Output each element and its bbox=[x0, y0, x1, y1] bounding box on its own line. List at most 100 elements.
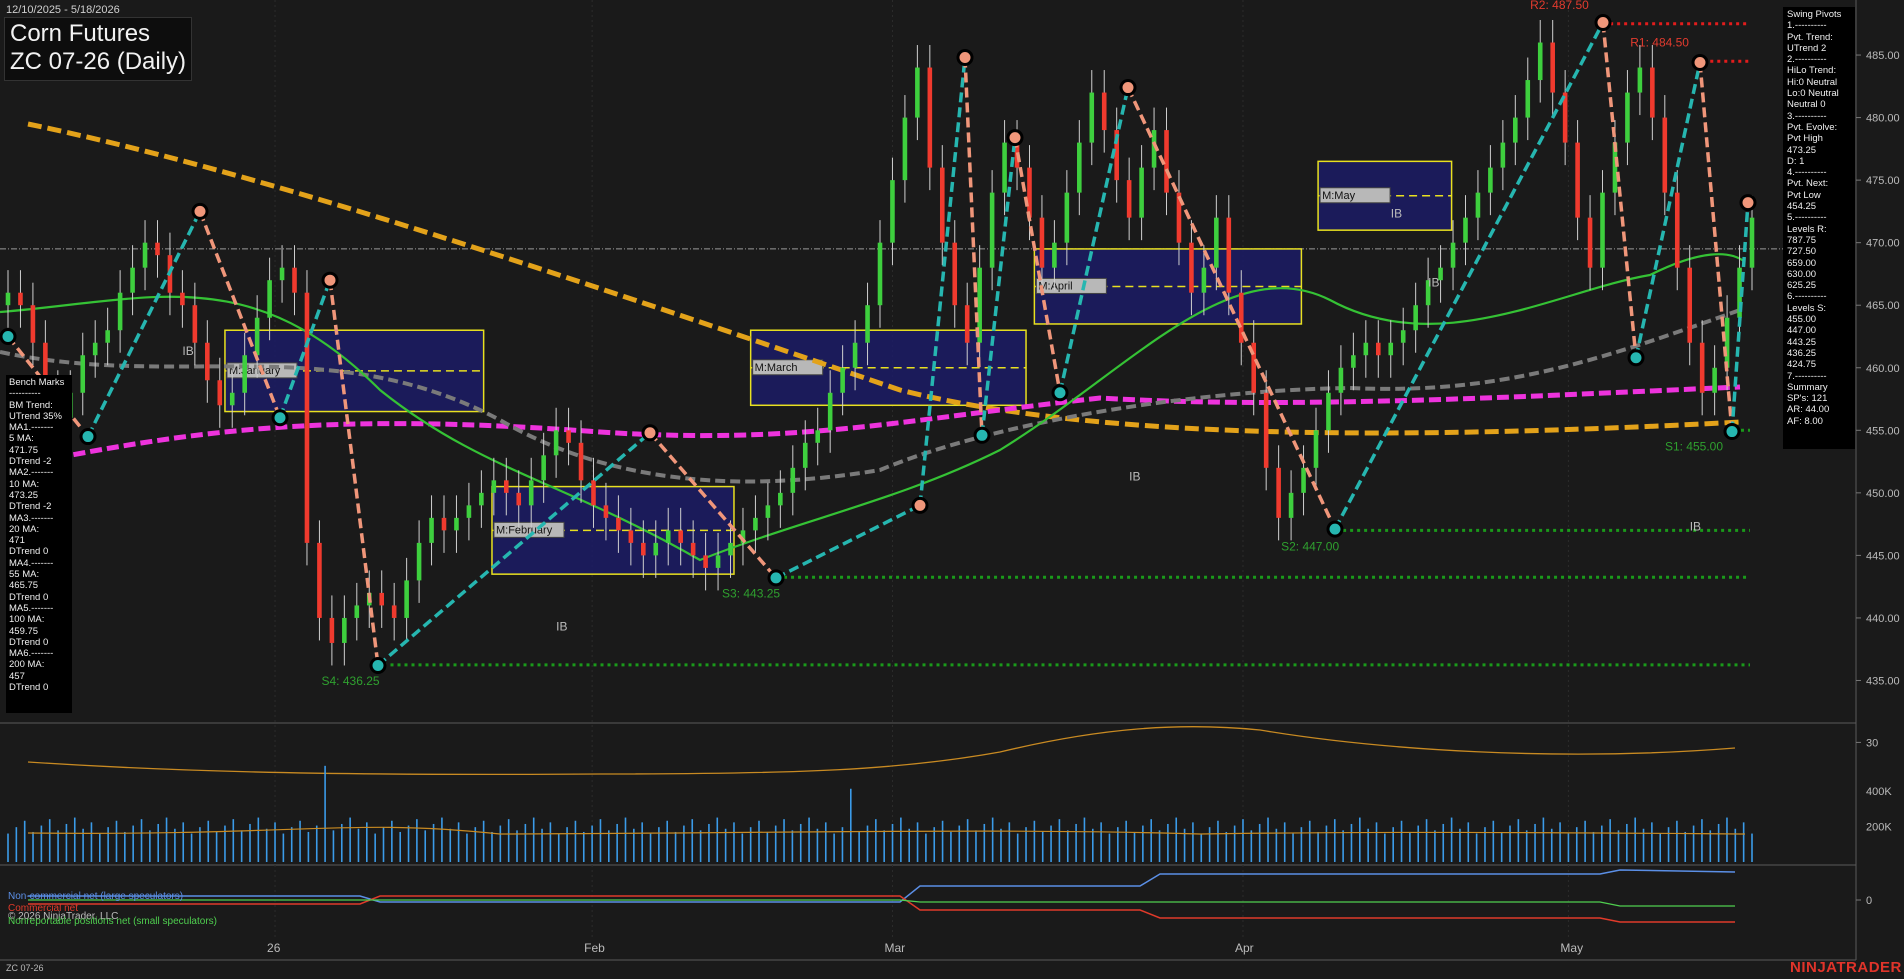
pivot-level-label: S4: 436.25 bbox=[322, 674, 380, 688]
candle-body bbox=[1587, 217, 1593, 268]
price-tick-label: 480.00 bbox=[1866, 113, 1900, 125]
candle-body bbox=[1413, 305, 1418, 331]
candle-body bbox=[665, 530, 671, 543]
time-axis-label: May bbox=[1560, 941, 1583, 955]
time-axis-label: Feb bbox=[584, 941, 605, 955]
candle-body bbox=[192, 305, 198, 343]
candle-body bbox=[1662, 117, 1668, 193]
candle-body bbox=[678, 530, 683, 543]
swing-panel-line: Summary bbox=[1787, 381, 1828, 393]
swing-high-marker bbox=[1691, 54, 1709, 72]
candle-body bbox=[1450, 242, 1456, 268]
candle-body bbox=[653, 542, 659, 556]
bench-mark-line: ---------- bbox=[9, 388, 41, 400]
candle-body bbox=[503, 480, 509, 493]
candle-body bbox=[1226, 217, 1232, 293]
candle-body bbox=[491, 480, 497, 493]
candle-body bbox=[279, 267, 285, 281]
candle-body bbox=[1537, 42, 1543, 81]
swing-panel-line: Lo:0 Neutral bbox=[1787, 88, 1839, 100]
candle-body bbox=[1724, 317, 1730, 368]
bench-mark-line: 5 MA: bbox=[9, 433, 34, 445]
candle-body bbox=[267, 280, 272, 318]
candle-body bbox=[591, 480, 596, 506]
price-tick-label: 440.00 bbox=[1866, 613, 1900, 625]
candle-body bbox=[1101, 92, 1107, 131]
swing-high-marker bbox=[641, 424, 659, 442]
bench-mark-line: MA3.------- bbox=[9, 512, 54, 524]
swing-low-marker bbox=[1326, 520, 1344, 538]
swing-low-marker bbox=[1627, 349, 1645, 367]
candle-body bbox=[1699, 342, 1705, 393]
candle-body bbox=[1039, 217, 1045, 268]
swing-low-marker bbox=[369, 656, 387, 674]
candle-body bbox=[915, 67, 920, 118]
price-tick-label: 435.00 bbox=[1866, 675, 1900, 687]
bench-mark-line: MA1.------- bbox=[9, 422, 54, 434]
time-axis-label: Apr bbox=[1235, 941, 1254, 955]
pivot-level-label: R2: 487.50 bbox=[1530, 0, 1589, 12]
candle-body bbox=[952, 242, 958, 306]
bench-mark-line: MA4.------- bbox=[9, 557, 54, 569]
candle-body bbox=[155, 242, 160, 256]
price-tick-label: 475.00 bbox=[1866, 175, 1900, 187]
candle-body bbox=[130, 267, 135, 293]
swing-low-marker bbox=[1051, 384, 1069, 402]
bench-mark-line: 200 MA: bbox=[9, 659, 45, 671]
candle-body bbox=[5, 292, 11, 306]
candle-body bbox=[815, 430, 821, 443]
bench-mark-line: 457 bbox=[9, 670, 25, 682]
swing-panel-line: 659.00 bbox=[1787, 257, 1817, 269]
bench-mark-line: DTrend 0 bbox=[9, 636, 49, 648]
candle-body bbox=[1712, 367, 1717, 393]
price-tick-label: 455.00 bbox=[1866, 425, 1900, 437]
candle-body bbox=[790, 467, 796, 493]
contract-title: ZC 07-26 (Daily) bbox=[10, 48, 187, 75]
pivot-level-label: S1: 455.00 bbox=[1665, 439, 1723, 453]
price-chart[interactable]: 485.00 480.00 475.00 470.00 465.00 460.00 455.… bbox=[0, 0, 1904, 979]
candle-body bbox=[641, 542, 646, 556]
candle-body bbox=[1263, 392, 1269, 468]
candle-body bbox=[1674, 192, 1680, 268]
candle-body bbox=[254, 317, 260, 356]
volume-tick-label: 400K bbox=[1866, 786, 1892, 798]
swing-panel-line: UTrend 2 bbox=[1787, 42, 1827, 54]
month-label: M:February bbox=[496, 524, 553, 536]
swing-panel-line: 2.---------- bbox=[1787, 54, 1827, 66]
candle-body bbox=[1164, 130, 1169, 193]
bench-mark-line: MA6.------- bbox=[9, 648, 54, 660]
bench-mark-line: 20 MA: bbox=[9, 523, 40, 535]
swing-high-marker bbox=[956, 49, 974, 67]
candle-body bbox=[1002, 142, 1007, 193]
swing-panel-line: 3.---------- bbox=[1787, 110, 1827, 122]
swing-panel-line: 436.25 bbox=[1787, 347, 1817, 359]
candle-body bbox=[1326, 392, 1331, 431]
swing-panel-line: 625.25 bbox=[1787, 280, 1817, 292]
candle-body bbox=[30, 305, 36, 343]
bench-mark-line: DTrend 0 bbox=[9, 546, 49, 558]
swing-high-marker bbox=[321, 271, 339, 289]
candle-body bbox=[939, 167, 945, 243]
candle-body bbox=[441, 517, 447, 531]
pivot-level-label: R1: 484.50 bbox=[1630, 35, 1689, 49]
candle-body bbox=[1338, 367, 1344, 393]
candle-body bbox=[1575, 142, 1580, 218]
candle-body bbox=[927, 67, 933, 168]
candle-body bbox=[1749, 217, 1755, 268]
price-tick-label: 470.00 bbox=[1866, 238, 1900, 250]
swing-panel-line: 454.25 bbox=[1787, 201, 1817, 213]
candle-body bbox=[1214, 217, 1219, 268]
volume-tick-label: 200K bbox=[1866, 821, 1892, 833]
candle-body bbox=[628, 530, 634, 543]
box-tag: IB bbox=[182, 344, 193, 358]
candle-body bbox=[1637, 67, 1643, 93]
swing-panel-line: 455.00 bbox=[1787, 314, 1817, 326]
candle-body bbox=[603, 505, 609, 518]
candle-body bbox=[317, 542, 322, 618]
candle-body bbox=[1139, 167, 1144, 218]
instrument-title: Corn Futures bbox=[10, 20, 151, 47]
candle-body bbox=[242, 355, 247, 393]
candle-body bbox=[578, 442, 584, 481]
box-tag: IB bbox=[556, 619, 567, 633]
swing-panel-line: Pvt. Evolve: bbox=[1787, 121, 1838, 133]
